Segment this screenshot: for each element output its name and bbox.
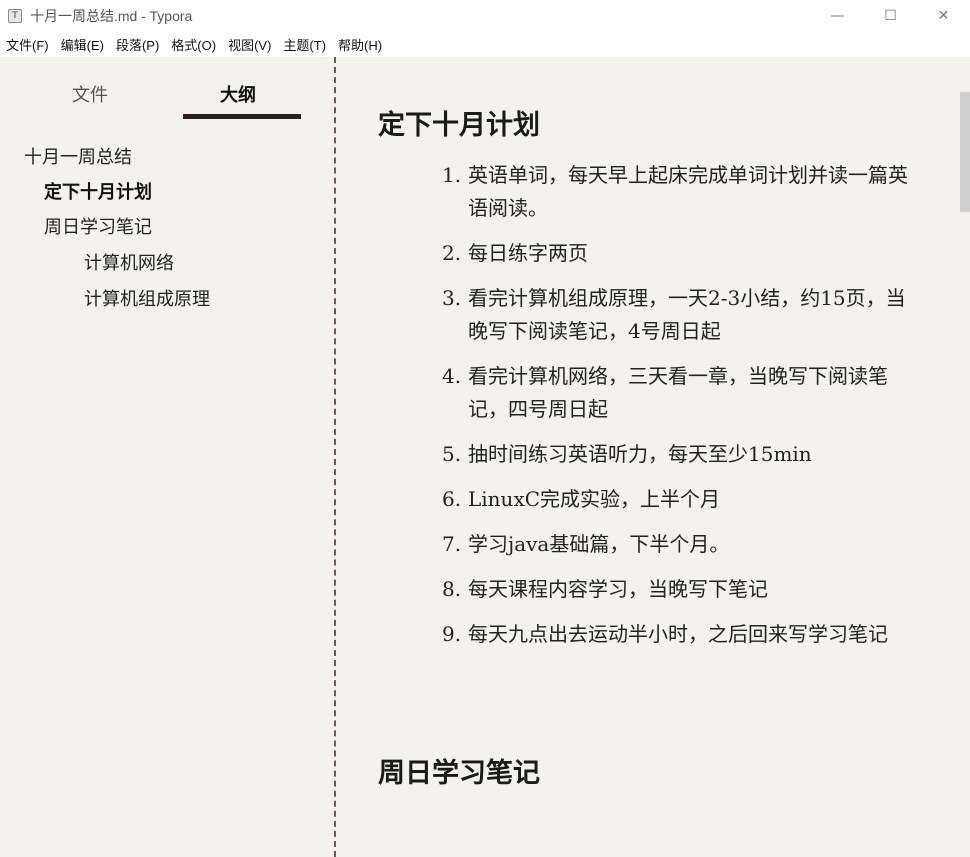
outline-item-h1[interactable]: 十月一周总结: [24, 143, 132, 169]
list-item: 6. LinuxC完成实验，上半个月: [442, 483, 922, 516]
list-text: 每天课程内容学习，当晚写下笔记: [468, 577, 768, 601]
list-text: 每天九点出去运动半小时，之后回来写学习笔记: [468, 622, 888, 646]
menu-edit[interactable]: 编辑(E): [61, 35, 104, 54]
typora-app-icon: T: [8, 9, 22, 23]
list-item: 3. 看完计算机组成原理，一天2-3小结，约15页，当晚写下阅读笔记，4号周日起: [442, 282, 922, 348]
list-text: 抽时间练习英语听力，每天至少15min: [468, 442, 812, 466]
list-number: 6.: [442, 487, 462, 511]
menu-theme[interactable]: 主题(T): [283, 35, 326, 54]
heading-sunday-notes: 周日学习笔记: [378, 758, 540, 789]
list-number: 9.: [442, 622, 462, 646]
window-title: 十月一周总结.md - Typora: [30, 8, 193, 24]
minimize-button[interactable]: —: [811, 0, 864, 32]
window-controls: — ☐ ✕: [811, 0, 970, 32]
list-number: 5.: [442, 442, 462, 466]
title-bar: T 十月一周总结.md - Typora — ☐ ✕: [0, 0, 970, 32]
list-text: 英语单词，每天早上起床完成单词计划并读一篇英语阅读。: [468, 163, 908, 220]
menu-paragraph[interactable]: 段落(P): [116, 35, 159, 54]
menu-format[interactable]: 格式(O): [171, 35, 216, 54]
outline-item-notes[interactable]: 周日学习笔记: [44, 213, 152, 239]
list-item: 5. 抽时间练习英语听力，每天至少15min: [442, 438, 922, 471]
outline-item-network[interactable]: 计算机网络: [84, 249, 174, 275]
list-text: 学习java基础篇，下半个月。: [468, 532, 730, 556]
list-item: 8. 每天课程内容学习，当晚写下笔记: [442, 573, 922, 606]
outline-item-plan[interactable]: 定下十月计划: [44, 178, 152, 204]
list-text: 看完计算机组成原理，一天2-3小结，约15页，当晚写下阅读笔记，4号周日起: [468, 286, 906, 343]
sidebar-divider[interactable]: [334, 57, 336, 857]
list-item: 7. 学习java基础篇，下半个月。: [442, 528, 922, 561]
list-number: 4.: [442, 364, 462, 388]
close-button[interactable]: ✕: [917, 0, 970, 32]
maximize-button[interactable]: ☐: [864, 0, 917, 32]
list-item: 2. 每日练字两页: [442, 237, 922, 270]
list-item: 4. 看完计算机网络，三天看一章，当晚写下阅读笔记，四号周日起: [442, 360, 922, 426]
tab-outline[interactable]: 大纲: [220, 81, 256, 107]
heading-plan: 定下十月计划: [378, 110, 540, 141]
list-number: 2.: [442, 241, 462, 265]
list-text: LinuxC完成实验，上半个月: [468, 487, 721, 511]
list-text: 看完计算机网络，三天看一章，当晚写下阅读笔记，四号周日起: [468, 364, 888, 421]
list-number: 1.: [442, 163, 462, 187]
list-item: 1. 英语单词，每天早上起床完成单词计划并读一篇英语阅读。: [442, 159, 922, 225]
list-number: 3.: [442, 286, 462, 310]
sidebar: 文件 大纲 十月一周总结 定下十月计划 周日学习笔记 计算机网络 计算机组成原理: [0, 57, 335, 857]
typora-window: T 十月一周总结.md - Typora — ☐ ✕ 文件(F) 编辑(E) 段…: [0, 0, 970, 857]
plan-list: 1. 英语单词，每天早上起床完成单词计划并读一篇英语阅读。 2. 每日练字两页 …: [442, 159, 922, 663]
active-tab-indicator: [183, 114, 301, 119]
list-item: 9. 每天九点出去运动半小时，之后回来写学习笔记: [442, 618, 922, 651]
outline-item-organization[interactable]: 计算机组成原理: [84, 285, 210, 311]
scrollbar-thumb[interactable]: [960, 92, 970, 212]
menu-bar: 文件(F) 编辑(E) 段落(P) 格式(O) 视图(V) 主题(T) 帮助(H…: [0, 32, 970, 57]
menu-help[interactable]: 帮助(H): [338, 35, 382, 54]
tab-files[interactable]: 文件: [72, 81, 108, 107]
editor-pane[interactable]: 定下十月计划 1. 英语单词，每天早上起床完成单词计划并读一篇英语阅读。 2. …: [337, 57, 957, 857]
menu-file[interactable]: 文件(F): [6, 35, 49, 54]
list-text: 每日练字两页: [468, 241, 588, 265]
menu-view[interactable]: 视图(V): [228, 35, 271, 54]
list-number: 7.: [442, 532, 462, 556]
list-number: 8.: [442, 577, 462, 601]
